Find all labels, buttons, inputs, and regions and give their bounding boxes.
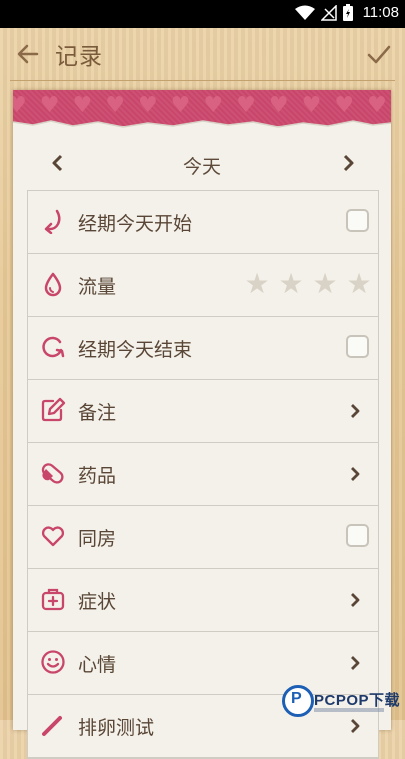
app-bar-divider — [10, 80, 395, 81]
chevron-right-icon — [351, 404, 360, 418]
record-card: ♥♥♥♥♥♥♥♥♥♥♥♥♥♥ 今天 经期今天开始 流量 ★ ★ ★ ★ — [13, 90, 391, 759]
status-bar: 11:08 — [0, 0, 405, 28]
wifi-icon — [294, 5, 315, 20]
status-time: 11:08 — [362, 4, 399, 21]
date-label: 今天 — [182, 156, 221, 178]
row-label: 同房 — [78, 528, 117, 550]
row-notes[interactable]: 备注 — [28, 380, 378, 443]
row-medication[interactable]: 药品 — [28, 443, 378, 506]
heart-icon — [41, 526, 65, 547]
period-end-checkbox[interactable] — [346, 335, 369, 358]
watermark: P PCPOP下载 — [282, 683, 405, 720]
row-label: 排卵测试 — [78, 717, 155, 739]
chevron-right-icon — [351, 656, 360, 670]
no-signal-icon — [320, 4, 337, 21]
torn-edge — [13, 120, 391, 134]
watermark-logo: P — [282, 685, 314, 717]
row-label: 流量 — [78, 276, 117, 298]
app-bar: 记录 — [0, 28, 405, 80]
row-period-end[interactable]: 经期今天结束 — [28, 317, 378, 380]
smile-icon — [41, 650, 65, 674]
drop-icon — [44, 272, 62, 297]
record-list: 经期今天开始 流量 ★ ★ ★ ★ 经期今天结束 备注 药品 同房 症状 心情 … — [27, 190, 379, 759]
page-title: 记录 — [55, 44, 103, 70]
row-period-start[interactable]: 经期今天开始 — [28, 191, 378, 254]
flow-rating[interactable]: ★ ★ ★ ★ — [242, 270, 374, 298]
edit-icon — [41, 397, 66, 422]
back-arrow-icon[interactable] — [14, 40, 42, 68]
star-icon[interactable]: ★ — [344, 270, 374, 298]
row-label: 经期今天开始 — [78, 213, 193, 235]
row-label: 症状 — [78, 591, 117, 613]
refresh-icon — [42, 336, 65, 358]
date-navigator: 今天 — [13, 142, 391, 186]
watermark-text: PCPOP下载 — [314, 692, 401, 709]
pill-icon — [41, 463, 64, 484]
row-flow: 流量 ★ ★ ★ ★ — [28, 254, 378, 317]
star-icon[interactable]: ★ — [310, 270, 340, 298]
row-intercourse[interactable]: 同房 — [28, 506, 378, 569]
period-start-checkbox[interactable] — [346, 209, 369, 232]
row-label: 心情 — [78, 654, 117, 676]
check-icon[interactable] — [365, 40, 393, 68]
battery-icon — [342, 4, 353, 21]
star-icon[interactable]: ★ — [242, 270, 272, 298]
test-strip-icon — [42, 716, 62, 736]
star-icon[interactable]: ★ — [276, 270, 306, 298]
chevron-right-icon[interactable] — [337, 152, 359, 174]
arrow-curve-icon — [44, 209, 61, 234]
row-symptoms[interactable]: 症状 — [28, 569, 378, 632]
chevron-right-icon — [351, 467, 360, 481]
intercourse-checkbox[interactable] — [346, 524, 369, 547]
first-aid-icon — [41, 588, 65, 611]
row-label: 药品 — [78, 465, 117, 487]
row-label: 经期今天结束 — [78, 339, 193, 361]
chevron-right-icon — [351, 593, 360, 607]
row-label: 备注 — [78, 402, 117, 424]
